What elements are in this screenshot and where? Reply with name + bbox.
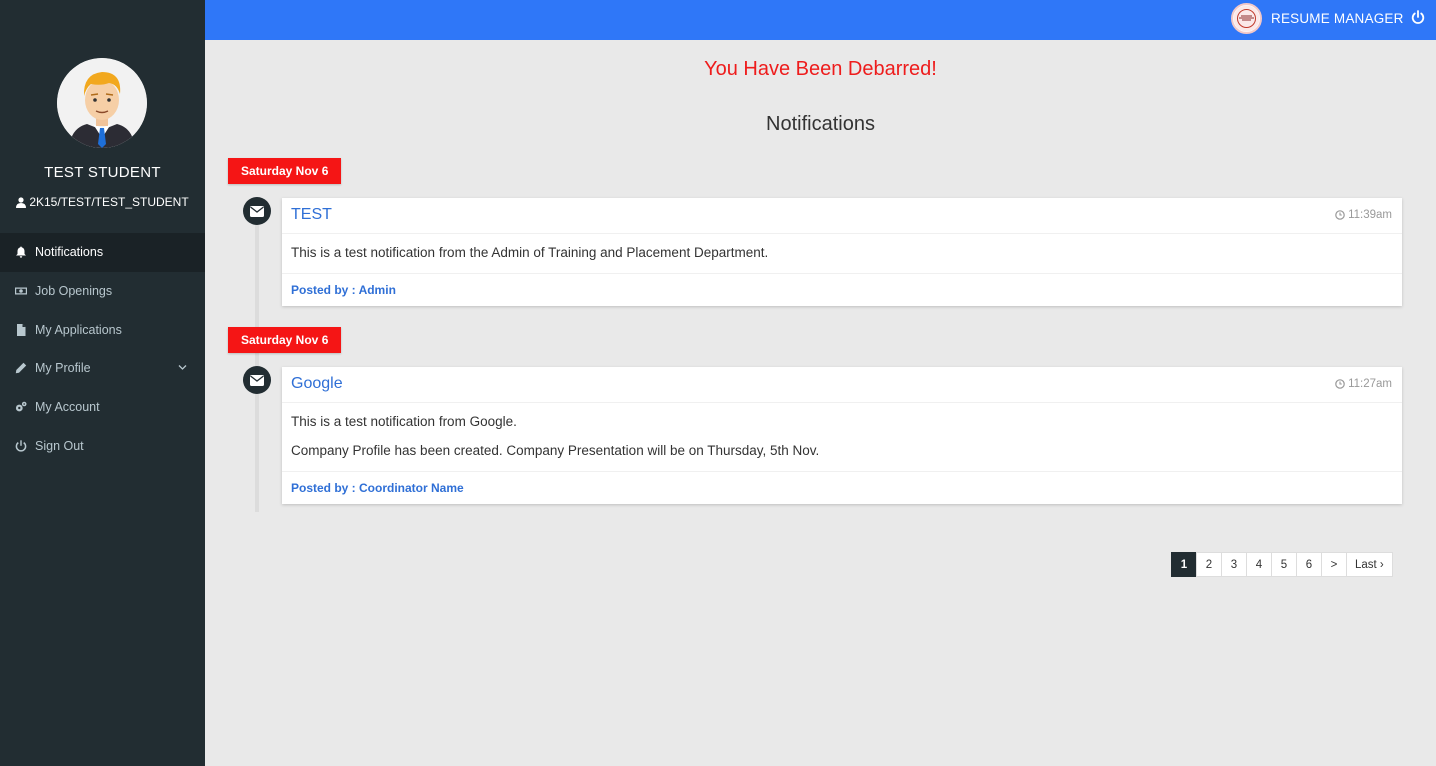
date-label: Saturday Nov 6 xyxy=(228,327,342,353)
sidebar-menu: Notifications Job Openings My Applicatio… xyxy=(0,233,205,465)
pagination: 1 2 3 4 5 6 > Last › xyxy=(1171,552,1393,577)
notification-time: 11:39am xyxy=(1335,209,1392,221)
date-label: Saturday Nov 6 xyxy=(228,158,342,184)
notification-text: This is a test notification from the Adm… xyxy=(291,245,769,260)
sidebar-item-label: My Account xyxy=(35,400,100,415)
page-title: Notifications xyxy=(766,113,875,135)
debarred-alert: You Have Been Debarred! xyxy=(704,58,937,80)
notification-title[interactable]: Google xyxy=(291,375,343,393)
sidebar: TEST STUDENT 2K15/TEST/TEST_STUDENT Noti… xyxy=(0,0,205,766)
notification-footer: Posted by : Admin xyxy=(291,283,396,297)
sidebar-item-my-profile[interactable]: My Profile xyxy=(0,349,205,388)
sidebar-item-label: Job Openings xyxy=(35,284,113,299)
sidebar-item-my-applications[interactable]: My Applications xyxy=(0,310,205,349)
user-id-text: 2K15/TEST/TEST_STUDENT xyxy=(29,195,189,209)
user-id: 2K15/TEST/TEST_STUDENT xyxy=(0,195,205,209)
pencil-icon xyxy=(14,362,27,375)
envelope-icon xyxy=(243,366,271,394)
chevron-down-icon xyxy=(178,365,187,370)
sidebar-item-sign-out[interactable]: Sign Out xyxy=(0,426,205,465)
sidebar-item-label: My Applications xyxy=(35,322,122,337)
notification-header: Google 11:27am xyxy=(282,367,1402,403)
notification-body: This is a test notification from the Adm… xyxy=(282,234,1402,274)
notification-body: This is a test notification from Google.… xyxy=(282,403,1402,472)
sidebar-item-label: Sign Out xyxy=(35,438,84,453)
file-icon xyxy=(14,323,27,336)
notification-text: Company Profile has been created. Compan… xyxy=(291,443,820,458)
sidebar-item-my-account[interactable]: My Account xyxy=(0,388,205,427)
notification-time-text: 11:27am xyxy=(1348,378,1392,390)
notification-card: TEST 11:39am This is a test notification… xyxy=(282,198,1402,306)
notification-footer: Posted by : Coordinator Name xyxy=(291,481,464,495)
sidebar-item-job-openings[interactable]: Job Openings xyxy=(0,272,205,311)
sidebar-item-label: Notifications xyxy=(35,245,104,260)
timeline-line xyxy=(255,198,259,512)
sidebar-item-notifications[interactable]: Notifications xyxy=(0,233,205,272)
page-link-1[interactable]: 1 xyxy=(1171,552,1197,577)
user-icon xyxy=(16,196,27,208)
brand-name[interactable]: RESUME MANAGER xyxy=(1271,11,1404,26)
gears-icon xyxy=(14,401,27,414)
page-link-5[interactable]: 5 xyxy=(1271,552,1297,577)
user-name: TEST STUDENT xyxy=(44,164,161,181)
notification-time: 11:27am xyxy=(1335,378,1392,390)
page-next-link[interactable]: > xyxy=(1321,552,1347,577)
top-bar: RESUME MANAGER xyxy=(205,0,1436,40)
page-last-link[interactable]: Last › xyxy=(1346,552,1393,577)
power-icon xyxy=(14,439,27,452)
page-link-2[interactable]: 2 xyxy=(1196,552,1222,577)
bell-icon xyxy=(14,246,27,259)
envelope-icon xyxy=(243,197,271,225)
clock-icon xyxy=(1335,379,1345,389)
clock-icon xyxy=(1335,210,1345,220)
page-link-3[interactable]: 3 xyxy=(1221,552,1247,577)
notification-card: Google 11:27am This is a test notificati… xyxy=(282,367,1402,504)
avatar xyxy=(57,58,147,148)
notification-title[interactable]: TEST xyxy=(291,206,332,224)
power-icon[interactable] xyxy=(1411,10,1425,25)
notification-header: TEST 11:39am xyxy=(282,198,1402,234)
money-icon xyxy=(14,285,27,298)
sidebar-item-label: My Profile xyxy=(35,361,91,376)
page-link-6[interactable]: 6 xyxy=(1296,552,1322,577)
brand-logo[interactable] xyxy=(1231,3,1262,34)
notification-text: This is a test notification from Google. xyxy=(291,414,517,429)
notification-time-text: 11:39am xyxy=(1348,209,1392,221)
page-link-4[interactable]: 4 xyxy=(1246,552,1272,577)
